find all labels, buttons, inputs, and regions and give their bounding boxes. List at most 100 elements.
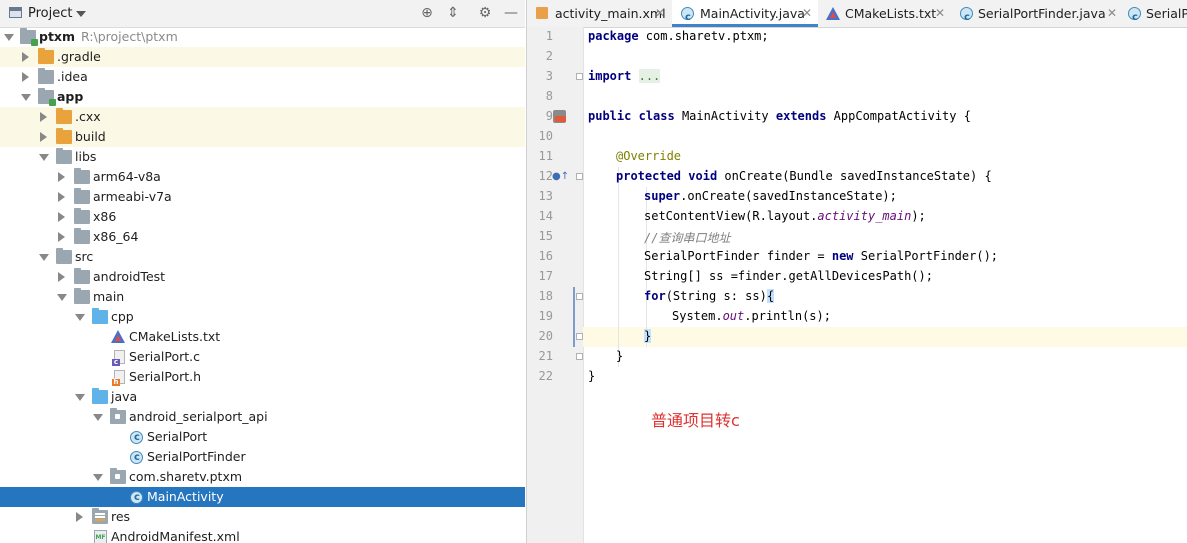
tree-item-arm64-v8a[interactable]: arm64-v8a xyxy=(0,167,525,187)
fold-icon[interactable] xyxy=(576,353,583,360)
code-line-12[interactable]: protected void onCreate(Bundle savedInst… xyxy=(616,169,992,183)
code-line-21[interactable]: } xyxy=(616,349,623,363)
expand-arrow-icon[interactable] xyxy=(93,474,103,481)
code-line-20[interactable]: } xyxy=(644,329,652,343)
h-file-icon xyxy=(112,370,125,386)
tree-item-cmakelists[interactable]: CMakeLists.txt xyxy=(0,327,525,347)
tree-item-label: com.sharetv.ptxm xyxy=(129,469,243,484)
field-reference: out xyxy=(722,309,745,323)
locate-icon[interactable]: ⊕ xyxy=(419,5,435,21)
cmake-icon xyxy=(111,330,125,343)
code-line-18[interactable]: for(String s: ss){ xyxy=(644,289,775,303)
code-line-17[interactable]: String[] ss =finder.getAllDevicesPath(); xyxy=(644,269,933,283)
fold-icon[interactable] xyxy=(576,333,583,340)
expand-arrow-icon[interactable] xyxy=(75,394,85,401)
tree-item-serialport-h[interactable]: SerialPort.h xyxy=(0,367,525,387)
tab-cmakelists-txt[interactable]: CMakeLists.txt ✕ xyxy=(818,0,952,27)
fold-icon[interactable] xyxy=(576,73,583,80)
expand-arrow-icon[interactable] xyxy=(58,232,65,242)
expand-arrow-icon[interactable] xyxy=(58,192,65,202)
override-method-icon[interactable]: ●↑ xyxy=(552,171,569,182)
line-number: 22 xyxy=(538,369,553,383)
tree-item-mainactivity[interactable]: MainActivity xyxy=(0,487,525,508)
expand-arrow-icon[interactable] xyxy=(21,94,31,101)
editor-gutter[interactable] xyxy=(527,27,584,543)
tree-item-label: cpp xyxy=(111,309,134,324)
code-line-13[interactable]: super.onCreate(savedInstanceState); xyxy=(644,189,897,203)
tree-item-armeabi-v7a[interactable]: armeabi-v7a xyxy=(0,187,525,207)
change-marker[interactable] xyxy=(573,287,575,347)
tree-item-com-sharetv-ptxm[interactable]: com.sharetv.ptxm xyxy=(0,467,525,487)
matched-brace: { xyxy=(766,289,775,303)
tree-item-x86-64[interactable]: x86_64 xyxy=(0,227,525,247)
code-line-15[interactable]: //查询串口地址 xyxy=(644,229,730,246)
expand-arrow-icon[interactable] xyxy=(93,414,103,421)
expand-arrow-icon[interactable] xyxy=(22,72,29,82)
tree-item-build[interactable]: build xyxy=(0,127,525,147)
tree-item-gradle[interactable]: .gradle xyxy=(0,47,525,67)
tree-item-label: .gradle xyxy=(57,49,101,64)
expand-arrow-icon[interactable] xyxy=(58,172,65,182)
close-icon[interactable]: ✕ xyxy=(1107,0,1117,27)
fold-icon[interactable] xyxy=(576,173,583,180)
collapse-all-icon[interactable]: ⇕ xyxy=(445,5,461,21)
keyword: void xyxy=(688,169,718,183)
code-text: System. xyxy=(672,309,723,323)
tree-item-main[interactable]: main xyxy=(0,287,525,307)
tree-item-cxx[interactable]: .cxx xyxy=(0,107,525,127)
tab-mainactivity-java[interactable]: MainActivity.java ✕ xyxy=(672,0,818,27)
expand-arrow-icon[interactable] xyxy=(39,154,49,161)
tree-item-androidmanifest[interactable]: MF AndroidManifest.xml xyxy=(0,527,525,543)
tree-item-serialport-c[interactable]: SerialPort.c xyxy=(0,347,525,367)
expand-arrow-icon[interactable] xyxy=(76,512,83,522)
activity-layout-icon[interactable] xyxy=(555,116,566,122)
code-line-22[interactable]: } xyxy=(588,369,595,383)
code-line-14[interactable]: setContentView(R.layout.activity_main); xyxy=(644,209,926,223)
expand-arrow-icon[interactable] xyxy=(40,132,47,142)
expand-arrow-icon[interactable] xyxy=(39,254,49,261)
tree-item-idea[interactable]: .idea xyxy=(0,67,525,87)
tree-item-app[interactable]: app xyxy=(0,87,525,107)
folded-imports[interactable]: ... xyxy=(638,69,661,83)
expand-arrow-icon[interactable] xyxy=(57,294,67,301)
expand-arrow-icon[interactable] xyxy=(22,52,29,62)
tree-item-x86[interactable]: x86 xyxy=(0,207,525,227)
expand-arrow-icon[interactable] xyxy=(58,212,65,222)
code-line-3[interactable]: import ... xyxy=(588,69,661,83)
code-text: .println(s); xyxy=(744,309,831,323)
tree-item-ptxm[interactable]: ptxm R:\project\ptxm xyxy=(0,27,525,47)
code-line-9[interactable]: public class MainActivity extends AppCom… xyxy=(588,109,971,123)
folder-icon xyxy=(38,48,54,64)
project-view-title[interactable]: Project xyxy=(28,6,72,21)
code-text: onCreate(Bundle savedInstanceState) { xyxy=(717,169,992,183)
expand-arrow-icon[interactable] xyxy=(4,34,14,41)
code-line-16[interactable]: SerialPortFinder finder = new SerialPort… xyxy=(644,249,998,263)
tree-item-androidtest[interactable]: androidTest xyxy=(0,267,525,287)
expand-arrow-icon[interactable] xyxy=(40,112,47,122)
expand-arrow-icon[interactable] xyxy=(75,314,85,321)
tree-item-java[interactable]: java xyxy=(0,387,525,407)
tree-item-label: CMakeLists.txt xyxy=(129,329,221,344)
tab-serialportfinder-java[interactable]: SerialPortFinder.java ✕ xyxy=(952,0,1122,27)
tree-item-src[interactable]: src xyxy=(0,247,525,267)
code-line-1[interactable]: package com.sharetv.ptxm; xyxy=(588,29,769,43)
tree-item-cpp[interactable]: cpp xyxy=(0,307,525,327)
tab-activity-main-xml[interactable]: activity_main.xml ✕ xyxy=(527,0,672,27)
tree-item-label: armeabi-v7a xyxy=(93,189,172,204)
tree-item-res[interactable]: res xyxy=(0,507,525,527)
chevron-down-icon[interactable] xyxy=(76,11,86,17)
code-line-19[interactable]: System.out.println(s); xyxy=(672,309,831,323)
tree-item-libs[interactable]: libs xyxy=(0,147,525,167)
close-icon[interactable]: ✕ xyxy=(802,0,812,27)
tree-item-android-serialport-api[interactable]: android_serialport_api xyxy=(0,407,525,427)
code-line-11[interactable]: @Override xyxy=(616,149,681,163)
close-icon[interactable]: ✕ xyxy=(655,0,665,27)
tree-item-serialport[interactable]: SerialPort xyxy=(0,427,525,448)
close-icon[interactable]: ✕ xyxy=(935,0,945,27)
tab-serialport-java[interactable]: SerialPo xyxy=(1122,0,1187,27)
fold-icon[interactable] xyxy=(576,293,583,300)
expand-arrow-icon[interactable] xyxy=(58,272,65,282)
gear-icon[interactable]: ⚙ xyxy=(477,5,493,21)
tree-item-serialportfinder[interactable]: SerialPortFinder xyxy=(0,447,525,468)
hide-panel-icon[interactable]: — xyxy=(503,5,519,21)
